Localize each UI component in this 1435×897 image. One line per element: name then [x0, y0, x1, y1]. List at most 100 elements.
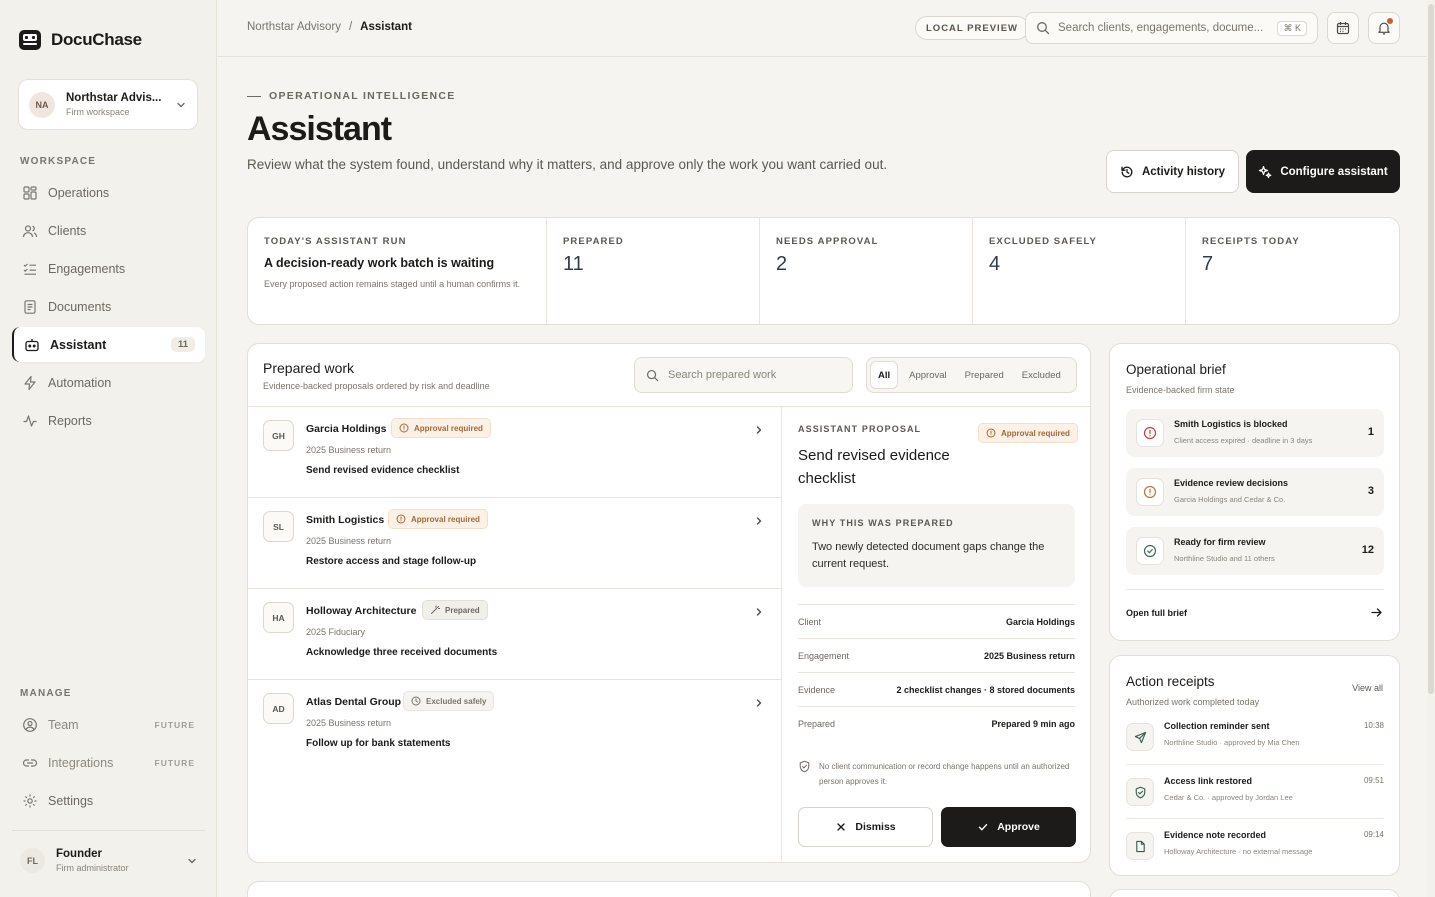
sidebar-item-engagements[interactable]: Engagements [12, 251, 205, 286]
work-row-garcia-holdings[interactable]: GH Garcia Holdings Approval required 202… [248, 407, 781, 498]
brief-item-detail: Client access expired · deadline in 3 da… [1174, 436, 1313, 445]
future-tag: FUTURE [154, 757, 195, 768]
workspace-avatar: NA [29, 91, 55, 118]
open-full-brief-link[interactable]: Open full brief [1126, 608, 1187, 618]
detail-value: 2 checklist changes · 8 stored documents [896, 684, 1075, 695]
prepared-work-search-input[interactable]: Search prepared work [634, 357, 853, 393]
receipts-subtitle: Authorized work completed today [1126, 697, 1260, 707]
work-row-holloway-architecture[interactable]: HA Holloway Architecture Prepared 2025 F… [248, 589, 781, 680]
client-name: Holloway Architecture [306, 605, 417, 617]
docuchase-logo-icon [19, 30, 41, 50]
stat-excluded-safely: EXCLUDED SAFELY 4 [973, 218, 1186, 324]
receipt-time: 09:51 [1363, 776, 1384, 785]
list-check-icon [23, 263, 36, 275]
sidebar-item-team[interactable]: Team FUTURE [12, 707, 205, 742]
client-avatar: GH [263, 420, 294, 451]
activity-history-button[interactable]: Activity history [1106, 150, 1239, 193]
stats-strip: TODAY'S ASSISTANT RUN A decision-ready w… [247, 217, 1400, 325]
future-tag: FUTURE [154, 719, 195, 730]
arrow-right-icon[interactable] [1370, 606, 1383, 619]
stat-value: 4 [989, 253, 1001, 275]
operational-brief-card: Operational brief Evidence-backed firm s… [1109, 343, 1400, 641]
global-search-input[interactable]: Search clients, engagements, docume... ⌘… [1025, 12, 1318, 44]
shield-check-icon [799, 760, 810, 773]
page-scrollbar[interactable] [1427, 0, 1435, 897]
brief-item-evidence-review[interactable]: Evidence review decisions Garcia Holding… [1126, 468, 1384, 516]
prepared-work-subtitle: Evidence-backed proposals ordered by ris… [263, 381, 490, 391]
prepared-work-list: GH Garcia Holdings Approval required 202… [248, 407, 781, 771]
brief-item-ready-for-review[interactable]: Ready for firm review Northline Studio a… [1126, 527, 1384, 575]
breadcrumb: Northstar Advisory / Assistant [247, 21, 412, 33]
receipt-item[interactable]: Access link restored Cedar & Co. · appro… [1126, 774, 1384, 814]
alert-circle-icon [1143, 485, 1157, 499]
detail-row-evidence: Evidence 2 checklist changes · 8 stored … [798, 672, 1075, 706]
assistant-run-label: TODAY'S ASSISTANT RUN [264, 236, 407, 247]
shield-check-icon [1135, 786, 1145, 798]
sidebar-item-integrations[interactable]: Integrations FUTURE [12, 745, 205, 780]
notifications-button[interactable] [1368, 12, 1400, 44]
stat-label: EXCLUDED SAFELY [989, 236, 1097, 247]
detail-row-prepared: Prepared Prepared 9 min ago [798, 706, 1075, 740]
sidebar-item-operations[interactable]: Operations [12, 175, 205, 210]
sidebar-item-assistant[interactable]: Assistant 11 [12, 327, 205, 362]
next-panel-edge [247, 881, 1091, 897]
sidebar-item-reports[interactable]: Reports [12, 403, 205, 438]
workspace-switcher[interactable]: NA Northstar Advis... Firm workspace [18, 79, 198, 130]
filter-all[interactable]: All [870, 361, 899, 389]
filter-excluded[interactable]: Excluded [1015, 361, 1068, 389]
brief-item-title: Smith Logistics is blocked [1174, 419, 1288, 429]
sidebar-item-settings[interactable]: Settings [12, 783, 205, 818]
approval-required-badge: Approval required [388, 509, 488, 529]
close-icon [837, 823, 846, 831]
receipt-item[interactable]: Collection reminder sent Northline Studi… [1126, 719, 1384, 759]
local-preview-badge: LOCAL PREVIEW [915, 16, 1029, 40]
user-menu[interactable]: FL Founder Firm administrator [20, 848, 198, 873]
sidebar-item-label: Reports [48, 413, 92, 428]
app-name: DocuChase [51, 30, 142, 49]
engagement-type: 2025 Business return [306, 718, 392, 728]
breadcrumb-current: Assistant [360, 21, 412, 33]
prepared-work-panel: Prepared work Evidence-backed proposals … [247, 343, 1091, 863]
breadcrumb-firm[interactable]: Northstar Advisory [247, 21, 341, 33]
calendar-icon [1336, 22, 1350, 35]
configure-assistant-button[interactable]: Configure assistant [1246, 150, 1400, 193]
brand[interactable]: DocuChase [18, 28, 142, 52]
dismiss-label: Dismiss [855, 821, 896, 833]
sidebar-item-label: Clients [48, 223, 87, 238]
sidebar-item-label: Assistant [50, 337, 107, 352]
configure-assistant-label: Configure assistant [1280, 165, 1388, 178]
work-row-atlas-dental-group[interactable]: AD Atlas Dental Group Excluded safely 20… [248, 680, 781, 771]
page-title: Assistant [247, 110, 392, 148]
engagement-type: 2025 Business return [306, 445, 392, 455]
manage-section-label: MANAGE [20, 688, 72, 699]
assistant-count-badge: 11 [170, 337, 195, 352]
filter-prepared[interactable]: Prepared [958, 361, 1011, 389]
sidebar-item-label: Engagements [48, 261, 126, 276]
receipt-time: 10:38 [1363, 721, 1384, 730]
approve-button[interactable]: Approve [941, 807, 1076, 847]
dismiss-button[interactable]: Dismiss [798, 807, 933, 847]
receipt-title: Collection reminder sent [1164, 721, 1270, 731]
stat-value: 11 [563, 253, 584, 275]
breadcrumb-separator: / [348, 21, 353, 33]
sidebar-item-automation[interactable]: Automation [12, 365, 205, 400]
view-all-link[interactable]: View all [1352, 683, 1383, 693]
scrollbar-thumb[interactable] [1428, 4, 1434, 694]
sidebar-item-documents[interactable]: Documents [12, 289, 205, 324]
filter-approval[interactable]: Approval [902, 361, 954, 389]
global-search-placeholder: Search clients, engagements, docume... [1058, 22, 1264, 34]
proposal-details: Client Garcia Holdings Engagement 2025 B… [798, 604, 1075, 740]
notification-dot [1387, 18, 1393, 24]
grid-icon [23, 185, 37, 200]
send-icon [1134, 731, 1146, 743]
brief-item-blocked[interactable]: Smith Logistics is blocked Client access… [1126, 409, 1384, 457]
document-icon [24, 299, 36, 314]
work-row-smith-logistics[interactable]: SL Smith Logistics Approval required 202… [248, 498, 781, 589]
sidebar-item-clients[interactable]: Clients [12, 213, 205, 248]
why-prepared-box: WHY THIS WAS PREPARED Two newly detected… [798, 504, 1075, 587]
prepared-badge: Prepared [422, 600, 488, 620]
sidebar-item-label: Settings [48, 793, 94, 808]
assistant-run-note: Every proposed action remains staged unt… [264, 279, 521, 289]
calendar-button[interactable] [1327, 12, 1359, 44]
receipt-item[interactable]: Evidence note recorded Holloway Architec… [1126, 828, 1384, 868]
